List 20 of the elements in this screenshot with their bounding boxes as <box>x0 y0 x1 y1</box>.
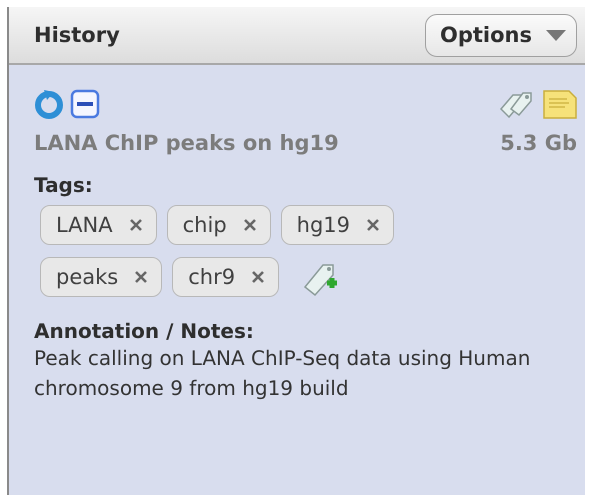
remove-icon[interactable] <box>134 270 148 284</box>
remove-icon[interactable] <box>366 218 380 232</box>
annotation-text: Peak calling on LANA ChIP-Seq data using Human chromosome 9 from hg19 build <box>34 345 532 402</box>
tags-label: Tags: <box>34 173 94 197</box>
remove-icon[interactable] <box>128 218 143 232</box>
options-button[interactable]: Options <box>425 14 577 56</box>
dataset-name: LANA ChIP peaks on hg19 <box>34 131 339 155</box>
refresh-icon[interactable] <box>34 89 64 119</box>
panel-title: History <box>34 23 120 47</box>
remove-icon[interactable] <box>242 218 257 232</box>
remove-icon[interactable] <box>251 270 266 284</box>
tag-chip[interactable]: LANA <box>40 205 157 245</box>
annotation-label: Annotation / Notes: <box>34 319 255 343</box>
dataset-size: 5.3 Gb <box>500 131 577 155</box>
tag-chip[interactable]: chip <box>166 205 271 245</box>
caret-icon <box>546 30 566 40</box>
tag-chip[interactable]: peaks <box>40 257 162 297</box>
tag-chip[interactable]: chr9 <box>172 257 280 297</box>
collapse-icon[interactable] <box>70 89 100 119</box>
tag-chip[interactable]: hg19 <box>280 205 394 245</box>
